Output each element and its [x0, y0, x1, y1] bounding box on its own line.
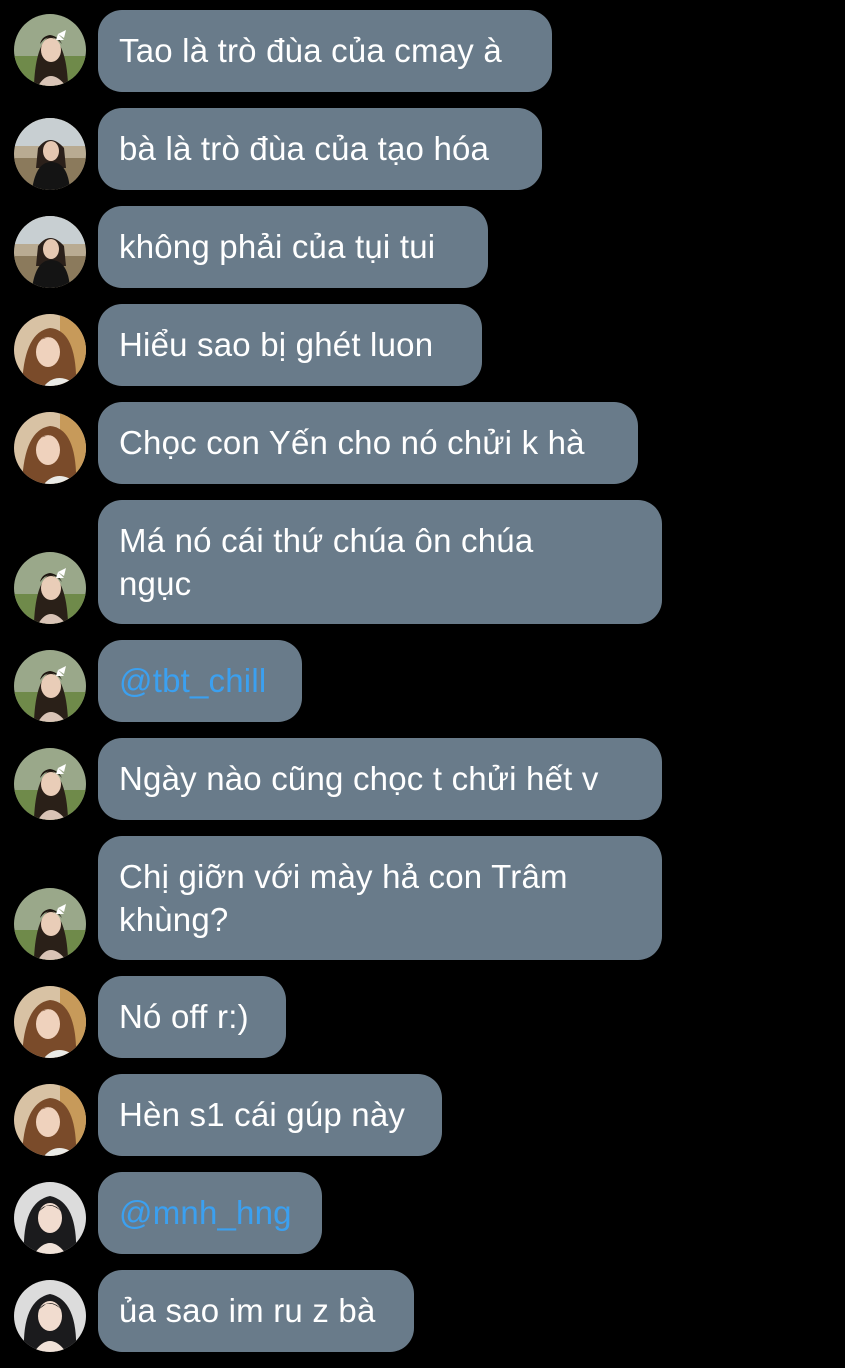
- avatar-girl-white-bow-icon[interactable]: [14, 748, 86, 820]
- chat-message-list[interactable]: Tao là trò đùa của cmay à bà là trò đùa c…: [0, 0, 845, 1368]
- avatar-girl-brown-hair-icon[interactable]: [14, 986, 86, 1058]
- message-text: Nó off r:): [119, 998, 249, 1035]
- message-text: Hèn s1 cái gúp này: [119, 1096, 406, 1133]
- avatar-girl-black-jacket-icon[interactable]: [14, 216, 86, 288]
- mention-link[interactable]: @mnh_hng: [119, 1191, 300, 1234]
- message-text: Ngày nào cũng chọc t chửi hết v: [119, 760, 599, 797]
- message-bubble[interactable]: @tbt_chill: [98, 640, 302, 722]
- message-text: ủa sao im ru z bà: [119, 1292, 376, 1329]
- avatar-girl-white-bow-icon[interactable]: [14, 888, 86, 960]
- avatar-girl-dark-hair-icon[interactable]: [14, 1280, 86, 1352]
- avatar-girl-white-bow-icon[interactable]: [14, 14, 86, 86]
- avatar-girl-white-bow-icon[interactable]: [14, 650, 86, 722]
- message-bubble[interactable]: Chị giỡn với mày hả con Trâm khùng?: [98, 836, 662, 960]
- message-bubble[interactable]: Ngày nào cũng chọc t chửi hết v: [98, 738, 662, 820]
- message-text: bà là trò đùa của tạo hóa: [119, 130, 490, 167]
- message-text: Hiểu sao bị ghét luon: [119, 326, 434, 363]
- avatar-girl-dark-hair-icon[interactable]: [14, 1182, 86, 1254]
- avatar-girl-brown-hair-icon[interactable]: [14, 314, 86, 386]
- avatar-girl-black-jacket-icon[interactable]: [14, 118, 86, 190]
- message-bubble[interactable]: bà là trò đùa của tạo hóa: [98, 108, 542, 190]
- message-bubble[interactable]: ủa sao im ru z bà: [98, 1270, 414, 1352]
- avatar-girl-white-bow-icon[interactable]: [14, 552, 86, 624]
- message-bubble[interactable]: Hèn s1 cái gúp này: [98, 1074, 442, 1156]
- avatar-girl-brown-hair-icon[interactable]: [14, 1084, 86, 1156]
- message-text: Má nó cái thứ chúa ôn chúa ngục: [119, 522, 534, 602]
- message-text: không phải của tụi tui: [119, 228, 436, 265]
- message-text: Chọc con Yến cho nó chửi k hà: [119, 424, 585, 461]
- message-bubble[interactable]: @mnh_hng: [98, 1172, 322, 1254]
- message-bubble[interactable]: Chọc con Yến cho nó chửi k hà: [98, 402, 638, 484]
- message-bubble[interactable]: Tao là trò đùa của cmay à: [98, 10, 552, 92]
- message-text: Chị giỡn với mày hả con Trâm khùng?: [119, 858, 568, 938]
- mention-link[interactable]: @tbt_chill: [119, 659, 280, 702]
- message-bubble[interactable]: không phải của tụi tui: [98, 206, 488, 288]
- message-bubble[interactable]: Hiểu sao bị ghét luon: [98, 304, 482, 386]
- avatar-girl-brown-hair-icon[interactable]: [14, 412, 86, 484]
- message-text: Tao là trò đùa của cmay à: [119, 32, 502, 69]
- message-bubble[interactable]: Má nó cái thứ chúa ôn chúa ngục: [98, 500, 662, 624]
- message-bubble[interactable]: Nó off r:): [98, 976, 286, 1058]
